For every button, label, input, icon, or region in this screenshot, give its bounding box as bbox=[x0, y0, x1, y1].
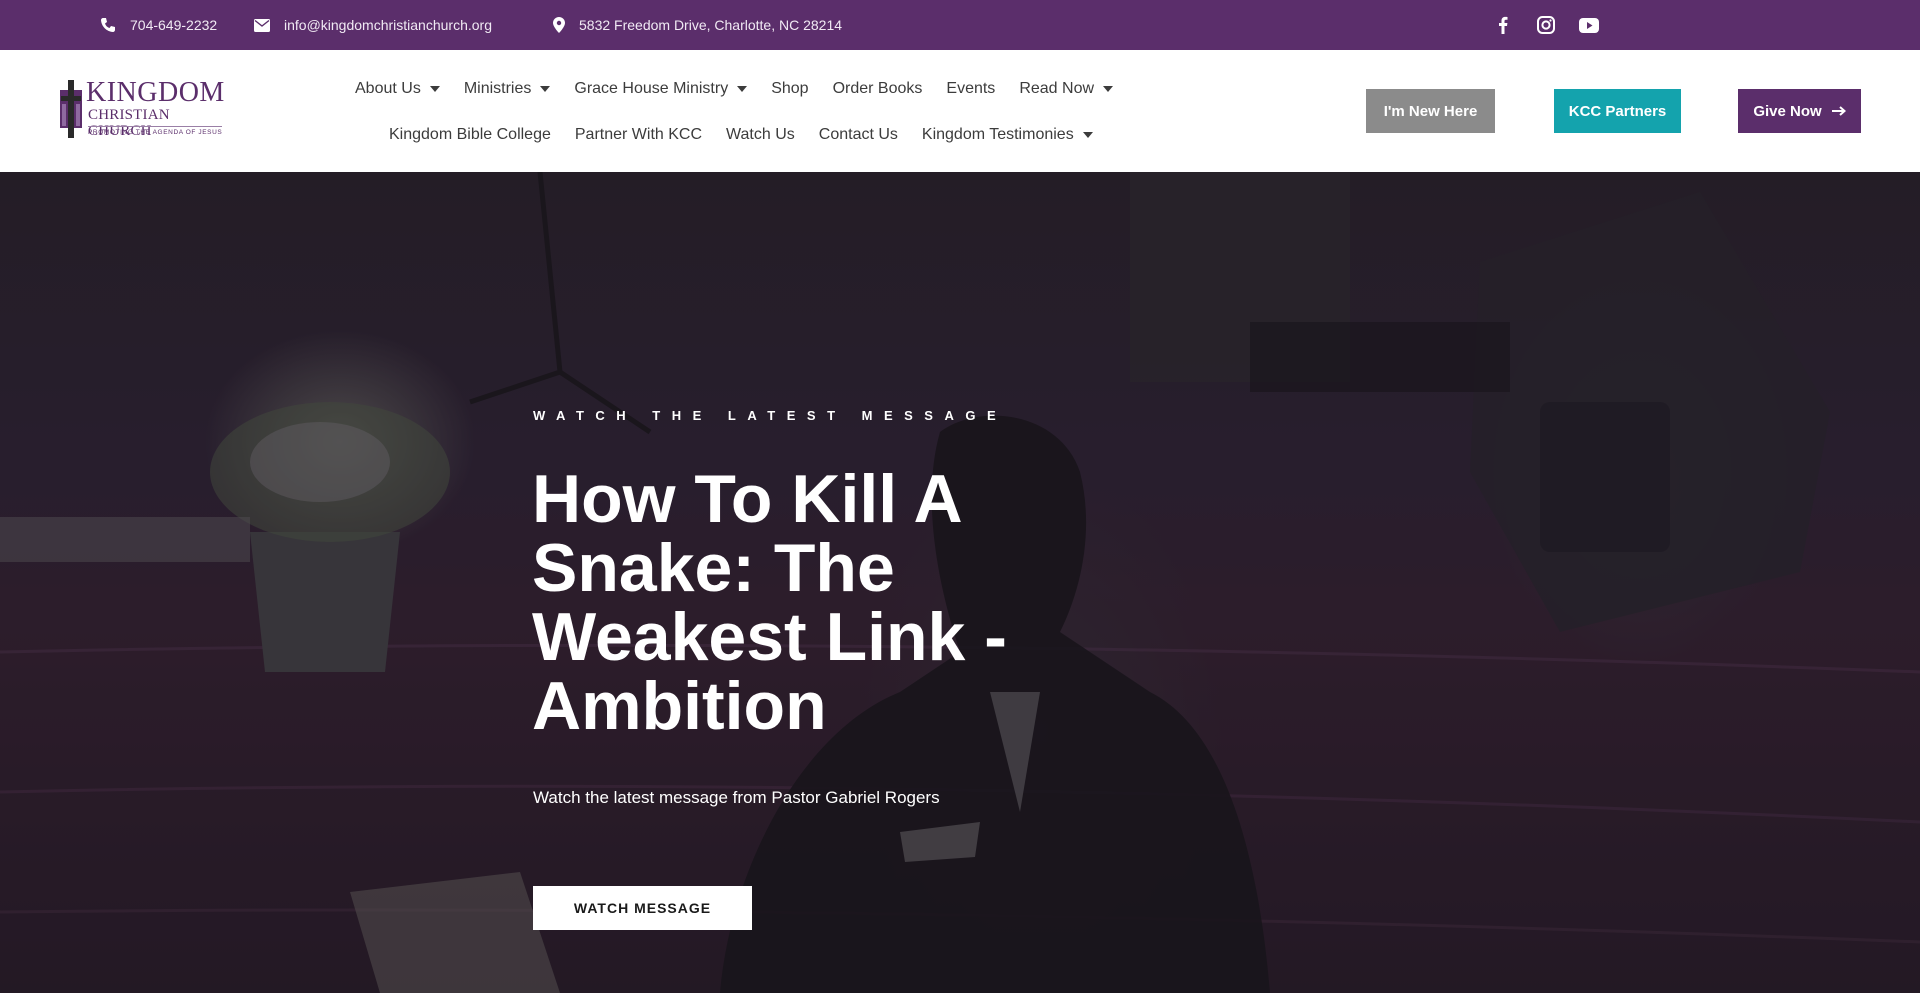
nav-item-ministries[interactable]: Ministries bbox=[464, 80, 551, 98]
hero-subtitle: Watch the latest message from Pastor Gab… bbox=[533, 788, 940, 807]
phone-contact[interactable]: 704-649-2232 bbox=[100, 0, 217, 50]
street-address: 5832 Freedom Drive, Charlotte, NC 28214 bbox=[579, 17, 843, 33]
hero-title: How To Kill A Snake: The Weakest Link - … bbox=[532, 461, 1007, 744]
youtube-icon[interactable] bbox=[1577, 13, 1601, 37]
nav-item-shop[interactable]: Shop bbox=[771, 80, 808, 98]
hero-section: WATCH THE LATEST MESSAGE How To Kill A S… bbox=[0, 172, 1920, 993]
nav-item-partner-with-kcc[interactable]: Partner With KCC bbox=[575, 126, 702, 144]
site-header: KINGDOM CHRISTIAN CHURCH PROMOTING THE A… bbox=[0, 50, 1920, 172]
nav-item-kingdom-testimonies[interactable]: Kingdom Testimonies bbox=[922, 126, 1093, 144]
nav-item-events[interactable]: Events bbox=[946, 80, 995, 98]
logo-title: KINGDOM bbox=[86, 77, 225, 108]
main-nav-row-1: About Us Ministries Grace House Ministry… bbox=[355, 77, 1114, 101]
hero-eyebrow: WATCH THE LATEST MESSAGE bbox=[533, 408, 1008, 423]
caret-down-icon bbox=[737, 86, 748, 92]
nav-item-label: Contact Us bbox=[818, 126, 898, 143]
im-new-here-button[interactable]: I'm New Here bbox=[1366, 89, 1495, 133]
cross-logo-icon bbox=[60, 80, 82, 138]
watch-message-button[interactable]: WATCH MESSAGE bbox=[533, 886, 752, 930]
kcc-partners-button[interactable]: KCC Partners bbox=[1554, 89, 1681, 133]
nav-item-label: Grace House Ministry bbox=[574, 80, 729, 97]
address-contact[interactable]: 5832 Freedom Drive, Charlotte, NC 28214 bbox=[553, 0, 842, 50]
nav-item-grace-house-ministry[interactable]: Grace House Ministry bbox=[574, 80, 748, 98]
kingdom-logo[interactable]: KINGDOM CHRISTIAN CHURCH PROMOTING THE A… bbox=[58, 78, 228, 142]
arrow-right-icon bbox=[1831, 106, 1846, 116]
nav-item-label: Shop bbox=[771, 80, 809, 97]
phone-number: 704-649-2232 bbox=[130, 17, 218, 33]
caret-down-icon bbox=[540, 86, 551, 92]
give-now-label: Give Now bbox=[1753, 102, 1822, 120]
email-address: info@kingdomchristianchurch.org bbox=[284, 17, 492, 33]
nav-item-label: Watch Us bbox=[726, 126, 795, 143]
give-now-button[interactable]: Give Now bbox=[1738, 89, 1861, 133]
nav-item-label: Order Books bbox=[832, 80, 923, 97]
email-contact[interactable]: info@kingdomchristianchurch.org bbox=[254, 0, 492, 50]
nav-item-label: Partner With KCC bbox=[574, 126, 703, 143]
caret-down-icon bbox=[1103, 86, 1114, 92]
nav-item-watch-us[interactable]: Watch Us bbox=[726, 126, 795, 144]
nav-item-label: Kingdom Testimonies bbox=[921, 126, 1074, 143]
caret-down-icon bbox=[429, 86, 440, 92]
main-nav-row-2: Kingdom Bible College Partner With KCC W… bbox=[389, 123, 1093, 147]
nav-item-label: Kingdom Bible College bbox=[389, 126, 551, 143]
nav-item-order-books[interactable]: Order Books bbox=[833, 80, 923, 98]
facebook-icon[interactable] bbox=[1491, 13, 1515, 37]
instagram-icon[interactable] bbox=[1534, 13, 1558, 37]
nav-item-label: Read Now bbox=[1019, 80, 1095, 97]
nav-item-read-now[interactable]: Read Now bbox=[1019, 80, 1114, 98]
nav-item-label: About Us bbox=[355, 80, 421, 97]
nav-item-kingdom-bible-college[interactable]: Kingdom Bible College bbox=[389, 126, 551, 144]
top-contact-bar: 704-649-2232 info@kingdomchristianchurch… bbox=[0, 0, 1920, 50]
phone-icon bbox=[101, 18, 115, 32]
nav-item-label: Ministries bbox=[463, 80, 532, 97]
caret-down-icon bbox=[1082, 132, 1093, 138]
logo-tagline: PROMOTING THE AGENDA OF JESUS CHRIST bbox=[88, 126, 222, 136]
envelope-icon bbox=[254, 18, 270, 32]
nav-item-label: Events bbox=[946, 80, 996, 97]
map-pin-icon bbox=[553, 17, 565, 33]
nav-item-about-us[interactable]: About Us bbox=[355, 80, 440, 98]
nav-item-contact-us[interactable]: Contact Us bbox=[819, 126, 898, 144]
